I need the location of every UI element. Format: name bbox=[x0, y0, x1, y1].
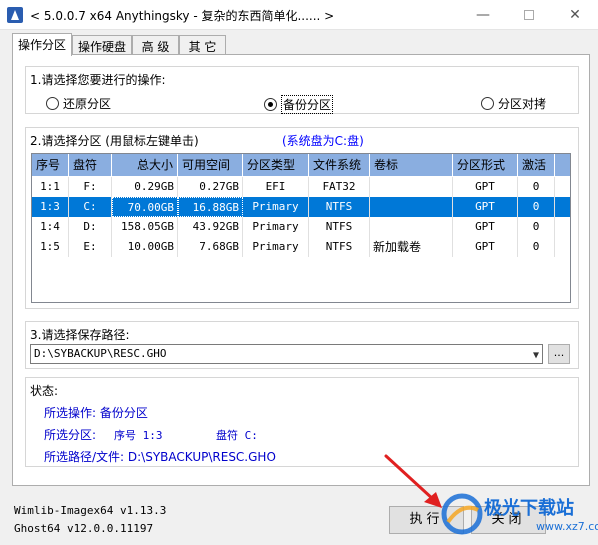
radio-circle-checked bbox=[264, 98, 277, 111]
status-path: 所选路径/文件: D:\SYBACKUP\RESC.GHO bbox=[44, 450, 276, 464]
cell-index: 1:3 bbox=[32, 197, 69, 217]
radio-clone[interactable]: 分区对拷 bbox=[481, 95, 546, 112]
watermark-logo-icon bbox=[441, 493, 483, 535]
radio-restore[interactable]: 还原分区 bbox=[46, 95, 111, 112]
tab-operate-partition[interactable]: 操作分区 bbox=[12, 33, 72, 56]
table-row[interactable]: 1:1 F: 0.29GB 0.27GB EFI FAT32 GPT 0 bbox=[32, 177, 570, 197]
col-label[interactable]: 卷标 bbox=[370, 154, 453, 176]
col-filler bbox=[555, 154, 570, 176]
tab-operate-disk[interactable]: 操作硬盘 bbox=[72, 35, 132, 55]
minimize-button[interactable]: — bbox=[460, 0, 506, 30]
cell-type: Primary bbox=[243, 217, 309, 237]
status-partition-prefix: 所选分区: bbox=[44, 428, 97, 442]
col-index[interactable]: 序号 bbox=[32, 154, 69, 176]
tab-advanced[interactable]: 高 级 bbox=[132, 35, 179, 55]
cell-active: 0 bbox=[518, 237, 555, 257]
watermark-brand: 极光下载站 bbox=[484, 498, 574, 519]
cell-active: 0 bbox=[518, 177, 555, 197]
cell-fs: NTFS bbox=[309, 217, 370, 237]
radio-circle bbox=[46, 97, 59, 110]
system-drive-note: (系统盘为C:盘) bbox=[282, 134, 364, 148]
cell-drive: E: bbox=[69, 237, 112, 257]
tab-other[interactable]: 其 它 bbox=[179, 35, 226, 55]
cell-active: 0 bbox=[518, 197, 555, 217]
col-total[interactable]: 总大小 bbox=[112, 154, 178, 176]
table-row-selected[interactable]: 1:3 C: 70.00GB 16.88GB Primary NTFS GPT … bbox=[32, 197, 570, 217]
radio-restore-label: 还原分区 bbox=[63, 97, 112, 111]
cell-type: EFI bbox=[243, 177, 309, 197]
col-type[interactable]: 分区类型 bbox=[243, 154, 309, 176]
status-partition-index: 序号 1:3 bbox=[114, 429, 163, 442]
save-path-group: 3.请选择保存路径: D:\SYBACKUP\RESC.GHO ▼ ... bbox=[25, 321, 579, 369]
watermark: 极光下载站 www.xz7.com bbox=[440, 490, 598, 540]
cell-label: 新加载卷 bbox=[370, 237, 453, 257]
cell-free: 43.92GB bbox=[178, 217, 243, 237]
radio-backup[interactable]: 备份分区 bbox=[264, 95, 334, 114]
partition-table[interactable]: 序号 盘符 总大小 可用空间 分区类型 文件系统 卷标 分区形式 激活 1:1 … bbox=[31, 153, 571, 303]
app-icon bbox=[7, 7, 23, 23]
cell-style: GPT bbox=[453, 177, 518, 197]
cell-free: 7.68GB bbox=[178, 237, 243, 257]
cell-style: GPT bbox=[453, 237, 518, 257]
tab-panel: 1.请选择您要进行的操作: 还原分区 备份分区 分区对拷 2.请选择分区 (用鼠… bbox=[12, 54, 590, 486]
partition-group: 2.请选择分区 (用鼠标左键单击) (系统盘为C:盘) 序号 盘符 总大小 可用… bbox=[25, 127, 579, 309]
save-path-value: D:\SYBACKUP\RESC.GHO bbox=[34, 347, 167, 360]
operation-group: 1.请选择您要进行的操作: 还原分区 备份分区 分区对拷 bbox=[25, 66, 579, 114]
status-title: 状态: bbox=[30, 384, 59, 398]
chevron-down-icon[interactable]: ▼ bbox=[533, 347, 539, 365]
cell-index: 1:1 bbox=[32, 177, 69, 197]
close-window-button[interactable]: ✕ bbox=[552, 0, 598, 30]
partition-title: 2.请选择分区 (用鼠标左键单击) bbox=[30, 134, 199, 148]
col-free[interactable]: 可用空间 bbox=[178, 154, 243, 176]
col-fs[interactable]: 文件系统 bbox=[309, 154, 370, 176]
operation-title: 1.请选择您要进行的操作: bbox=[30, 73, 166, 87]
cell-label bbox=[370, 177, 453, 197]
wimlib-version: Wimlib-Imagex64 v1.13.3 bbox=[14, 504, 167, 517]
cell-total: 70.00GB bbox=[112, 197, 178, 217]
watermark-url: www.xz7.com bbox=[536, 520, 598, 533]
cell-fs: FAT32 bbox=[309, 177, 370, 197]
cell-total: 10.00GB bbox=[112, 237, 178, 257]
browse-button[interactable]: ... bbox=[548, 344, 570, 364]
table-row[interactable]: 1:4 D: 158.05GB 43.92GB Primary NTFS GPT… bbox=[32, 217, 570, 237]
cell-type: Primary bbox=[243, 197, 309, 217]
cell-style: GPT bbox=[453, 217, 518, 237]
save-path-combobox[interactable]: D:\SYBACKUP\RESC.GHO ▼ bbox=[30, 344, 543, 364]
status-group: 状态: 所选操作: 备份分区 所选分区: 序号 1:3 盘符 C: 所选路径/文… bbox=[25, 377, 579, 467]
cell-total: 158.05GB bbox=[112, 217, 178, 237]
cell-drive: D: bbox=[69, 217, 112, 237]
cell-label bbox=[370, 197, 453, 217]
table-header: 序号 盘符 总大小 可用空间 分区类型 文件系统 卷标 分区形式 激活 bbox=[32, 154, 570, 176]
col-active[interactable]: 激活 bbox=[518, 154, 555, 176]
table-row[interactable]: 1:5 E: 10.00GB 7.68GB Primary NTFS 新加载卷 … bbox=[32, 237, 570, 257]
cell-drive: C: bbox=[69, 197, 112, 217]
cell-free: 0.27GB bbox=[178, 177, 243, 197]
maximize-icon bbox=[524, 10, 534, 20]
cell-fs: NTFS bbox=[309, 197, 370, 217]
radio-circle bbox=[481, 97, 494, 110]
cell-style: GPT bbox=[453, 197, 518, 217]
status-operation: 所选操作: 备份分区 bbox=[44, 406, 148, 420]
radio-backup-label: 备份分区 bbox=[281, 95, 334, 114]
cell-type: Primary bbox=[243, 237, 309, 257]
cell-active: 0 bbox=[518, 217, 555, 237]
radio-clone-label: 分区对拷 bbox=[498, 97, 547, 111]
window-title: < 5.0.0.7 x64 Anythingsky - 复杂的东西简单化....… bbox=[30, 9, 335, 23]
cell-label bbox=[370, 217, 453, 237]
save-path-title: 3.请选择保存路径: bbox=[30, 328, 130, 342]
cell-fs: NTFS bbox=[309, 237, 370, 257]
ghost-version: Ghost64 v12.0.0.11197 bbox=[14, 522, 154, 535]
cell-drive: F: bbox=[69, 177, 112, 197]
cell-free: 16.88GB bbox=[178, 197, 243, 217]
col-style[interactable]: 分区形式 bbox=[453, 154, 518, 176]
cell-index: 1:4 bbox=[32, 217, 69, 237]
status-partition-drive: 盘符 C: bbox=[216, 429, 258, 442]
title-bar: < 5.0.0.7 x64 Anythingsky - 复杂的东西简单化....… bbox=[0, 0, 598, 30]
cell-total: 0.29GB bbox=[112, 177, 178, 197]
maximize-button[interactable] bbox=[506, 0, 552, 30]
cell-index: 1:5 bbox=[32, 237, 69, 257]
col-drive[interactable]: 盘符 bbox=[69, 154, 112, 176]
